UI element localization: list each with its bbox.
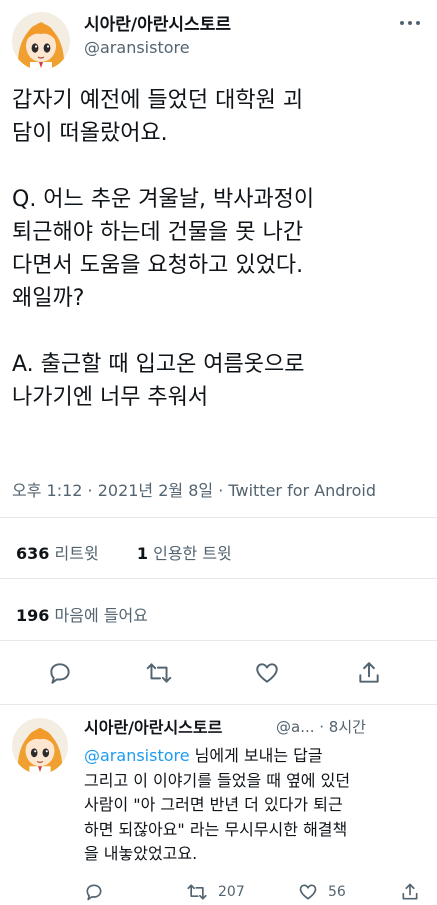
share-icon [402,883,418,900]
retweets-count: 636 [16,544,50,563]
heart-icon [256,663,278,683]
reply-text: 그리고 이 이야기를 들었을 때 옆에 있던 사람이 "아 그러면 반년 더 있… [84,770,351,864]
heart-icon [299,884,317,900]
like-button[interactable] [254,660,280,686]
retweet-icon [146,663,172,683]
tweet-action-bar [0,654,437,694]
avatar[interactable] [12,12,70,70]
retweets-label: 리트윗 [54,544,99,563]
reply-author-display-name[interactable]: 시아란/아란시스토르 [84,714,222,738]
more-icon[interactable] [396,14,424,32]
share-button[interactable] [400,882,420,902]
author-display-name[interactable]: 시아란/아란시스토르 [84,10,231,35]
retweet-count: 207 [218,884,245,900]
retweet-button[interactable]: 207 [186,882,245,902]
reply-icon [50,663,70,684]
divider [0,517,437,518]
likes-count: 196 [16,606,50,625]
retweet-button[interactable] [145,660,173,686]
likes-stat[interactable]: 196 마음에 들어요 [16,602,148,626]
divider [0,578,437,579]
quotes-stat[interactable]: 1 인용한 트윗 [137,544,232,563]
quotes-label: 인용한 트윗 [153,544,232,563]
mention-link[interactable]: @aransistore [84,746,190,765]
likes-label: 마음에 들어요 [54,606,148,625]
like-count: 56 [328,884,346,900]
reply-button[interactable] [84,882,104,902]
quotes-count: 1 [136,544,148,563]
reply-handle-time[interactable]: @a... · 8시간 [276,716,366,737]
author-handle[interactable]: @aransistore [84,38,190,57]
divider [0,640,437,641]
like-button[interactable]: 56 [298,882,346,902]
retweet-quote-stats: 636 리트윗 1 인용한 트윗 [16,540,232,564]
reply-to-label: 님에게 보내는 답글 [189,746,323,765]
retweet-icon [187,884,207,900]
tweet-timestamp[interactable]: 오후 1:12 · 2021년 2월 8일 · Twitter for Andr… [12,477,376,501]
divider [0,704,437,705]
retweets-stat[interactable]: 636 리트윗 [16,544,99,563]
share-button[interactable] [356,660,382,686]
avatar[interactable] [12,718,68,774]
reply-text-block: @aransistore 님에게 보내는 답글 그리고 이 이야기를 들었을 때… [84,744,424,867]
reply-action-bar: 207 56 [0,880,437,905]
reply-icon [86,884,102,901]
share-icon [359,662,379,683]
tweet-text: 갑자기 예전에 들었던 대학원 괴 담이 떠올랐어요. Q. 어느 추운 겨울날… [12,88,315,410]
reply-button[interactable] [47,660,73,686]
